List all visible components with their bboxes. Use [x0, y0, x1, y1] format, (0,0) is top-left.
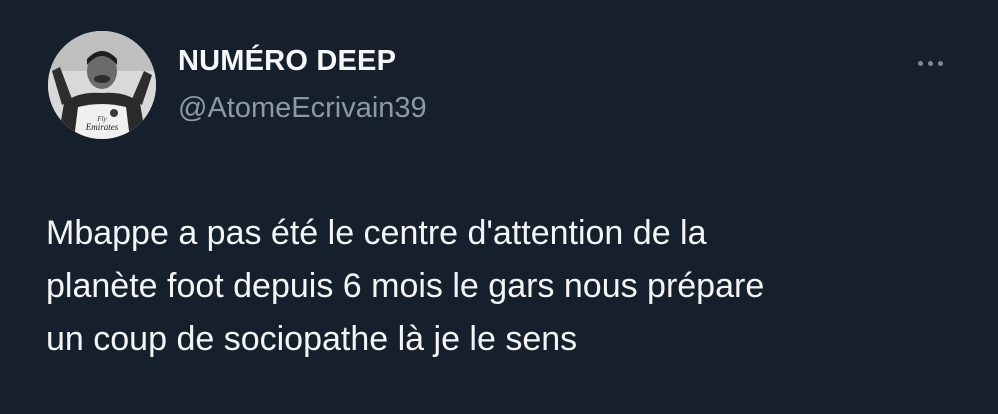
- tweet-line: un coup de sociopathe là je le sens: [46, 320, 578, 358]
- tweet-text: Mbappe a pas été le centre d'attention d…: [46, 207, 966, 366]
- tweet-line: Mbappe a pas été le centre d'attention d…: [46, 214, 707, 252]
- more-dot: [937, 60, 943, 66]
- tweet-card: Fly Emirates NUMÉRO DEEP @AtomeEcrivain3…: [0, 0, 998, 414]
- avatar-photo: Fly Emirates: [48, 31, 156, 139]
- tweet-line: planète foot depuis 6 mois le gars nous …: [46, 267, 765, 305]
- more-dot: [927, 60, 933, 66]
- avatar[interactable]: Fly Emirates: [48, 31, 156, 139]
- user-handle[interactable]: @AtomeEcrivain39: [178, 92, 427, 125]
- svg-text:Emirates: Emirates: [85, 122, 119, 132]
- more-dot: [917, 60, 923, 66]
- display-name[interactable]: NUMÉRO DEEP: [178, 45, 396, 78]
- more-horizontal-icon[interactable]: [905, 52, 955, 74]
